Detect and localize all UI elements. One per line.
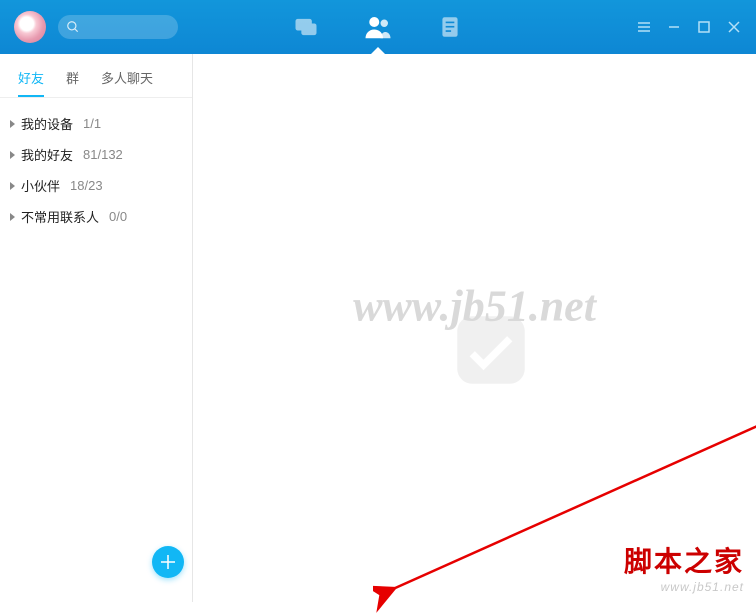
tab-contacts[interactable]	[358, 0, 398, 54]
chevron-right-icon	[10, 120, 15, 128]
source-brand: 脚本之家 www.jb51.net	[624, 540, 744, 594]
brand-url: www.jb51.net	[624, 580, 744, 594]
search-icon	[66, 20, 80, 34]
add-button[interactable]	[152, 546, 184, 578]
contact-sub-tabs: 好友 群 多人聊天	[0, 54, 192, 97]
avatar[interactable]	[14, 11, 46, 43]
group-name: 我的设备	[21, 114, 73, 133]
group-count: 0/0	[109, 209, 127, 224]
subtab-groups[interactable]: 群	[66, 68, 79, 97]
group-item[interactable]: 我的好友 81/132	[0, 139, 192, 170]
group-count: 81/132	[83, 147, 123, 162]
subtab-multichat[interactable]: 多人聊天	[101, 68, 153, 97]
group-item[interactable]: 不常用联系人 0/0	[0, 201, 192, 232]
main-panel: www.jb51.net 脚本之家 www.jb51.net	[193, 54, 756, 602]
window-controls	[636, 19, 742, 35]
tab-messages[interactable]	[286, 0, 326, 54]
chevron-right-icon	[10, 151, 15, 159]
watermark-logo-icon	[446, 305, 536, 395]
group-count: 18/23	[70, 178, 103, 193]
group-name: 我的好友	[21, 145, 73, 164]
annotation-arrow	[373, 414, 756, 614]
search-input[interactable]	[58, 15, 178, 39]
sidebar: 好友 群 多人聊天 我的设备 1/1 我的好友 81/132 小伙伴 18/23	[0, 54, 193, 602]
close-button[interactable]	[726, 19, 742, 35]
chevron-right-icon	[10, 213, 15, 221]
group-name: 不常用联系人	[21, 207, 99, 226]
minimize-button[interactable]	[666, 19, 682, 35]
group-item[interactable]: 我的设备 1/1	[0, 108, 192, 139]
group-name: 小伙伴	[21, 176, 60, 195]
tab-apps[interactable]	[430, 0, 470, 54]
main-nav	[286, 0, 470, 54]
title-bar	[0, 0, 756, 54]
subtab-friends[interactable]: 好友	[18, 68, 44, 97]
group-item[interactable]: 小伙伴 18/23	[0, 170, 192, 201]
brand-name: 脚本之家	[624, 540, 744, 580]
watermark-text: www.jb51.net	[353, 281, 596, 332]
contact-group-list: 我的设备 1/1 我的好友 81/132 小伙伴 18/23 不常用联系人 0/…	[0, 98, 192, 242]
group-count: 1/1	[83, 116, 101, 131]
menu-button[interactable]	[636, 19, 652, 35]
chevron-right-icon	[10, 182, 15, 190]
plus-icon	[159, 553, 177, 571]
maximize-button[interactable]	[696, 19, 712, 35]
